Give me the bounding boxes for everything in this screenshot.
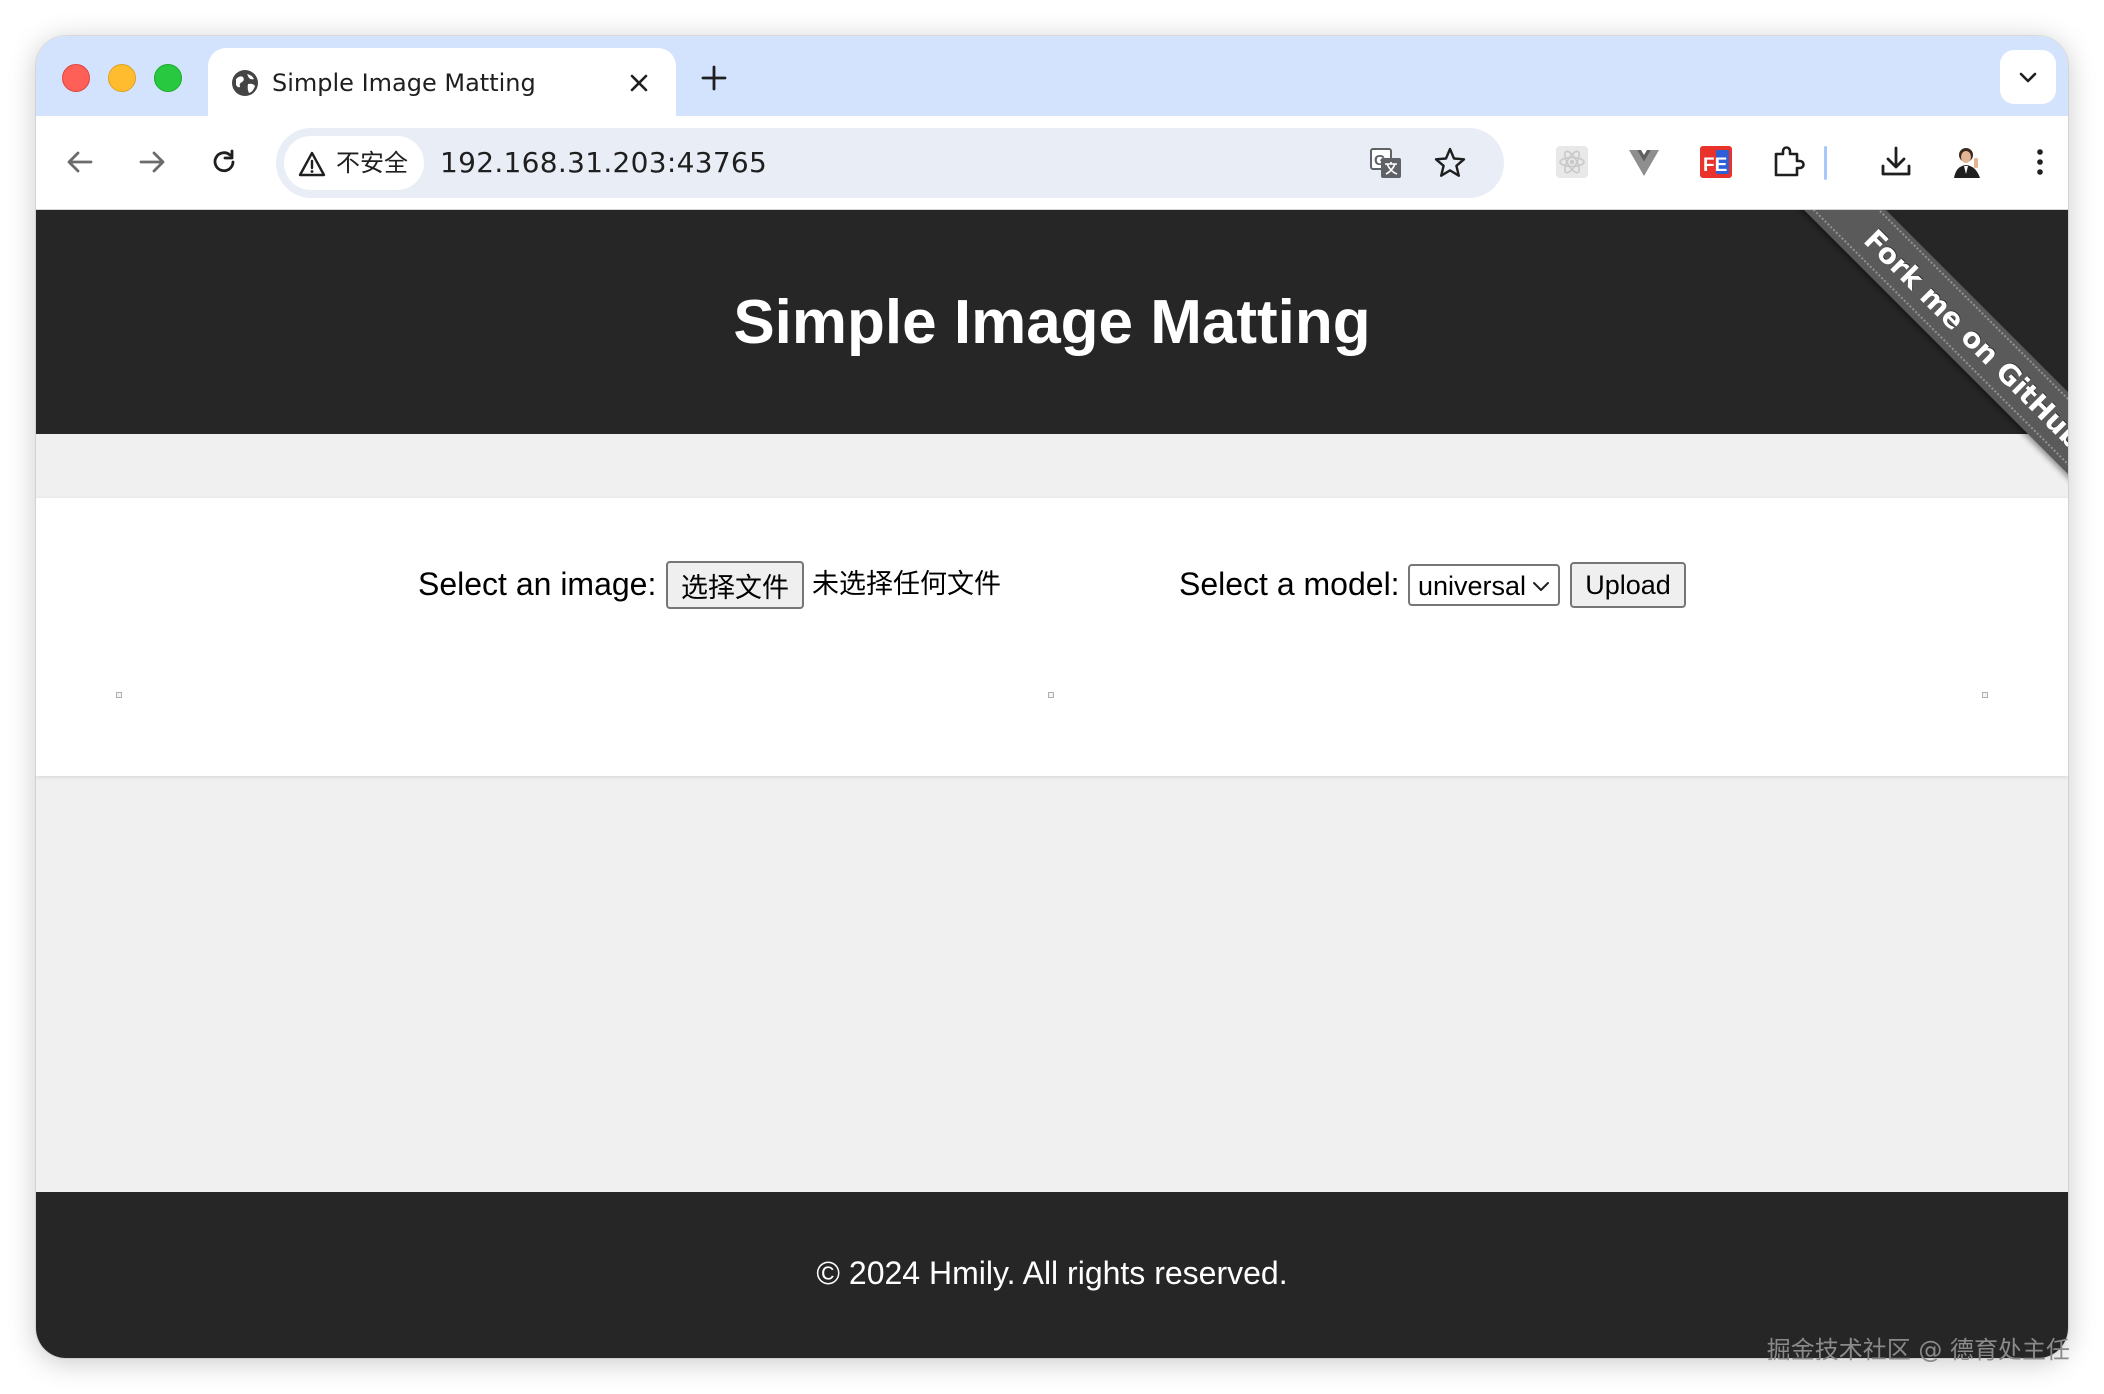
forward-arrow-icon[interactable] [134,144,170,180]
github-ribbon-container: Fork me on GitHub [1788,210,2068,490]
address-bar[interactable]: 不安全 192.168.31.203:43765 G [276,128,1504,198]
web-page: Simple Image Matting Fork me on GitHub S… [36,210,2068,1358]
upload-button[interactable]: Upload [1570,562,1686,608]
image-placeholder-matte [1048,692,1054,698]
extensions-puzzle-icon[interactable] [1770,144,1806,180]
download-icon[interactable] [1878,144,1914,180]
svg-text:FE: FE [1703,155,1727,176]
browser-window: Simple Image Matting 不安全 192.168.31.203:… [36,36,2068,1358]
close-window-button[interactable] [62,64,90,92]
bookmark-star-icon[interactable] [1432,145,1468,181]
chevron-down-icon [2019,72,2037,83]
image-placeholder-original [116,692,122,698]
page-footer: © 2024 Hmily. All rights reserved. [36,1192,2068,1358]
translate-icon[interactable]: G [1368,145,1404,181]
new-tab-icon[interactable] [698,62,730,94]
globe-icon [232,70,258,96]
tab-simple-image-matting[interactable]: Simple Image Matting [208,48,676,116]
warning-icon [298,151,326,177]
image-label: Select an image: [418,566,657,602]
reload-icon[interactable] [206,144,242,180]
file-status-text: 未选择任何文件 [812,569,1001,600]
maximize-window-button[interactable] [154,64,182,92]
watermark-text: 掘金技术社区 @ 德育处主任 [1766,1336,2070,1364]
page-title: Simple Image Matting [733,287,1371,357]
react-devtools-icon[interactable] [1554,144,1590,180]
profile-avatar-icon[interactable] [1950,144,1986,180]
vue-devtools-icon[interactable] [1626,144,1662,180]
choose-file-button[interactable]: 选择文件 [666,561,804,609]
chevron-down-icon [1533,582,1549,591]
more-menu-icon[interactable] [2022,144,2058,180]
tab-strip: Simple Image Matting [36,36,2068,116]
browser-toolbar: 不安全 192.168.31.203:43765 G FE [36,116,2068,210]
tab-title: Simple Image Matting [272,69,536,97]
security-label: 不安全 [336,149,408,177]
security-chip[interactable]: 不安全 [284,136,424,190]
fork-me-ribbon[interactable]: Fork me on GitHub [1788,210,2068,490]
model-label: Select a model: [1179,566,1400,602]
page-header: Simple Image Matting [36,210,2068,434]
ribbon-label: Fork me on GitHub [1857,222,2068,456]
tab-search-button[interactable] [2000,50,2056,104]
fe-helper-icon[interactable]: FE [1698,144,1734,180]
model-select-value: universal [1418,571,1527,601]
footer-copyright: © 2024 Hmily. All rights reserved. [816,1254,1288,1291]
minimize-window-button[interactable] [108,64,136,92]
back-arrow-icon[interactable] [62,144,98,180]
close-tab-icon[interactable] [626,70,652,96]
upload-form: Select an image: 选择文件 未选择任何文件 Select a m… [36,498,2068,776]
url-text[interactable]: 192.168.31.203:43765 [440,147,767,179]
toolbar-separator [1824,146,1827,180]
image-placeholder-result [1982,692,1988,698]
model-select[interactable]: universal [1408,564,1560,606]
